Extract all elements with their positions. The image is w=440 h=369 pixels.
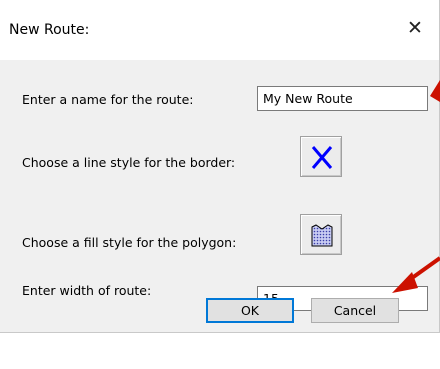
annotation-arrows — [392, 80, 440, 293]
annotation-arrow-bottom — [392, 256, 440, 293]
annotation-arrow-top — [430, 80, 440, 102]
